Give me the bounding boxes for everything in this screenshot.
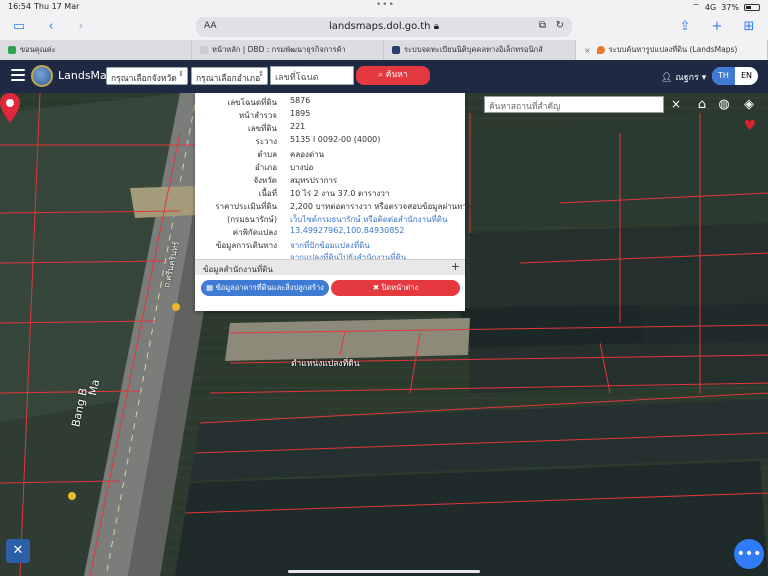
battery-percent: 37% — [721, 2, 739, 12]
share-icon[interactable]: ⇪ — [676, 18, 694, 36]
updown-icon: ⇕ — [258, 70, 264, 78]
browser-toolbar: ▭ ‹ › AA landsmaps.dol.go.th 🔒︎ ⧉ ↻ ⇪ + … — [0, 14, 768, 40]
updown-icon: ⇕ — [178, 70, 184, 78]
clear-search-icon[interactable]: × — [668, 96, 684, 113]
tab-2[interactable]: หน้าหลัก | DBD : กรมพัฒนาธุรกิจการค้า — [192, 40, 384, 60]
location-pin-icon[interactable] — [0, 93, 20, 123]
search-button[interactable]: ⌕ ค้นหา — [356, 66, 430, 85]
chevron-down-icon: ▾ — [701, 73, 707, 83]
deed-number-input[interactable]: เลขที่โฉนด — [270, 66, 354, 85]
status-right: ⌔ 4G 37% — [692, 2, 760, 12]
tools-icon[interactable]: ✕ — [6, 539, 30, 563]
close-window-button[interactable]: ✖ ปิดหน้าต่าง — [331, 280, 460, 296]
back-icon[interactable]: ‹ — [42, 18, 60, 36]
expand-plus-icon[interactable]: + — [451, 260, 460, 273]
forward-icon[interactable]: › — [72, 18, 90, 36]
more-options-button[interactable]: ••• — [734, 539, 764, 569]
home-indicator — [288, 570, 480, 573]
coordinate-link[interactable]: 13.49927962,100.84930852 — [290, 226, 405, 235]
url-text: landsmaps.dol.go.th 🔒︎ — [328, 21, 440, 32]
close-icon: ✖ — [372, 283, 380, 292]
address-bar[interactable]: AA landsmaps.dol.go.th 🔒︎ ⧉ ↻ — [196, 17, 572, 37]
favorite-heart-icon[interactable]: ♥ — [740, 116, 760, 136]
lang-th[interactable]: TH — [712, 67, 735, 85]
lang-en[interactable]: EN — [735, 67, 758, 85]
globe-icon[interactable]: ◍ — [715, 96, 733, 114]
network-label: 4G — [704, 2, 717, 12]
tab-favicon — [392, 46, 400, 54]
tab-3[interactable]: ระบบจดทะเบียนนิติบุคคลทางอิเล็กทรอนิกส์ — [384, 40, 576, 60]
layers-icon[interactable]: ◈ — [740, 96, 758, 114]
multitask-dots-icon[interactable]: ••• — [376, 0, 395, 10]
parcel-row: เลขโฉนดที่ดิน 5876 — [227, 96, 311, 107]
translate-icon[interactable]: ⧉ — [539, 20, 546, 31]
province-select[interactable]: กรุณาเลือกจังหวัด ⇕ — [106, 67, 188, 85]
parcel-row: เนื้อที่ 10 ไร่ 2 งาน 37.0 ตารางวา — [258, 189, 390, 198]
app-header: LandsMaps กรุณาเลือกจังหวัด ⇕ กรุณาเลือกอ… — [0, 60, 768, 93]
parcel-row: เลขที่ดิน 221 — [247, 122, 306, 133]
new-tab-icon[interactable]: + — [708, 18, 726, 36]
parcel-row: ระวาง 5135 I 0092-00 (4000) — [255, 135, 381, 146]
parcel-row: อำเภอ บางบ่อ — [254, 163, 314, 172]
status-time: 16:54 — [8, 2, 32, 11]
pin-label: ตำแหน่งแปลงที่ดิน — [291, 359, 360, 369]
office-info-section[interactable]: ข้อมูลสำนักงานที่ดิน + — [195, 259, 465, 275]
user-menu[interactable]: 👤︎ ณฐกร ▾ — [661, 70, 706, 84]
tab-favicon — [596, 46, 605, 54]
place-search-input[interactable]: ค้นหาสถานที่สำคัญ — [484, 96, 664, 113]
reload-icon[interactable]: ↻ — [556, 20, 564, 31]
amphoe-select[interactable]: กรุณาเลือกอำเภอ ⇕ — [191, 67, 268, 85]
tab-4[interactable]: × ระบบค้นหารูปแปลงที่ดิน (LandsMaps) — [576, 40, 768, 60]
landsmaps-logo — [31, 65, 53, 87]
tab-favicon — [200, 46, 208, 54]
parcel-row: ข้อมูลการเดินทาง จากที่ปักข้อมแปลงที่ดิน — [215, 241, 370, 250]
grid-icon: ▦ — [206, 283, 214, 292]
building-info-button[interactable]: ▦ ข้อมูลอาคารที่ดินและสิ่งปลูกสร้าง — [201, 280, 329, 296]
parcel-row: ค่าพิกัดแปลง 13.49927962,100.84930852 — [232, 226, 405, 237]
search-icon: ⌕ — [378, 70, 384, 80]
menu-icon[interactable] — [11, 69, 25, 81]
parcel-row: จังหวัด สมุทรปราการ — [253, 176, 338, 185]
battery-icon — [744, 3, 760, 11]
status-date: Thu 17 Mar — [34, 2, 80, 11]
tab-1[interactable]: ขอนคุณค่ะ — [0, 40, 192, 60]
language-toggle[interactable]: TH EN — [712, 67, 758, 85]
home-icon[interactable]: ⌂ — [693, 96, 711, 114]
close-tab-icon[interactable]: × — [584, 46, 591, 55]
parcel-row: ตำบล คลองด่าน — [257, 150, 325, 159]
parcel-row: (กรมธนารักษ์) เว็บไซต์กรมธนารักษ์ หรือติด… — [227, 213, 448, 226]
tab-favicon — [8, 46, 16, 54]
wifi-icon: ⌔ — [692, 2, 700, 11]
lock-icon: 🔒︎ — [433, 21, 440, 32]
parcel-row: หน้าสำรวจ 1895 — [238, 109, 311, 120]
user-icon: 👤︎ — [661, 73, 673, 83]
sidebar-icon[interactable]: ▭ — [10, 18, 28, 36]
status-bar: 16:54 Thu 17 Mar ••• ⌔ 4G 37% — [0, 0, 768, 14]
tab-overview-icon[interactable]: ⊞ — [740, 18, 758, 36]
map-view[interactable]: ถ.ศรีนครินทร์ Bang B Ma ค้นหาสถานที่สำคั… — [0, 93, 768, 576]
treasury-link[interactable]: เว็บไซต์กรมธนารักษ์ หรือติดต่อสำนักงานที… — [290, 213, 447, 226]
parcel-info-popup: เลขโฉนดที่ดิน 5876 หน้าสำรวจ 1895 เลขที่ดิ… — [195, 93, 471, 311]
parcel-row: ราคาประเมินที่ดิน 2,200 บาทต่อตารางวา หรื… — [215, 202, 471, 211]
tab-bar: ขอนคุณค่ะ หน้าหลัก | DBD : กรมพัฒนาธุรกิ… — [0, 40, 768, 60]
